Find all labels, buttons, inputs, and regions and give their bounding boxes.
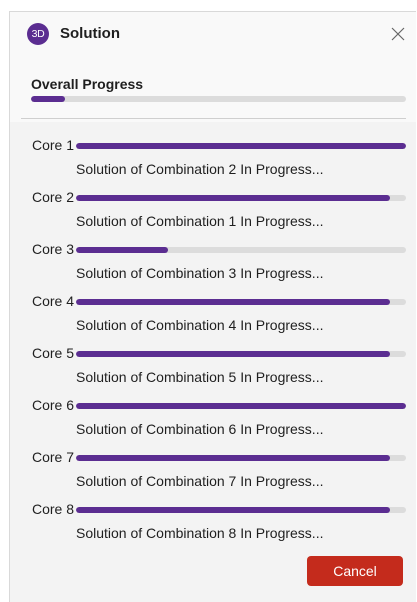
core-status-text: Solution of Combination 1 In Progress... — [76, 213, 324, 229]
core-label: Core 4 — [32, 293, 75, 309]
core-status-text: Solution of Combination 4 In Progress... — [76, 317, 324, 333]
core-label: Core 3 — [32, 241, 75, 257]
core-status-text: Solution of Combination 7 In Progress... — [76, 473, 324, 489]
core-row: Core 2 Solution of Combination 1 In Prog… — [10, 189, 416, 243]
overall-progress-bar — [31, 96, 406, 102]
core-label: Core 2 — [32, 189, 75, 205]
core-progress-fill — [76, 507, 390, 513]
core-progress-bar — [76, 507, 406, 513]
overall-progress-panel: Overall Progress — [10, 57, 416, 122]
core-progress-bar — [76, 143, 406, 149]
core-progress-fill — [76, 299, 390, 305]
core-status-text: Solution of Combination 5 In Progress... — [76, 369, 324, 385]
solution-dialog: 3D Solution Overall Progress Core 1 Solu… — [9, 11, 416, 602]
core-progress-fill — [76, 195, 390, 201]
core-status-text: Solution of Combination 3 In Progress... — [76, 265, 324, 281]
core-status-text: Solution of Combination 2 In Progress... — [76, 161, 324, 177]
close-icon — [391, 27, 405, 41]
core-label: Core 6 — [32, 397, 75, 413]
core-label: Core 5 — [32, 345, 75, 361]
core-progress-fill — [76, 143, 406, 149]
dialog-title: Solution — [60, 25, 120, 42]
close-button[interactable] — [384, 20, 412, 48]
divider — [21, 118, 406, 119]
core-progress-bar — [76, 455, 406, 461]
core-row: Core 7 Solution of Combination 7 In Prog… — [10, 449, 416, 503]
core-progress-fill — [76, 455, 390, 461]
core-row: Core 5 Solution of Combination 5 In Prog… — [10, 345, 416, 399]
overall-progress-fill — [31, 96, 65, 102]
core-row: Core 1 Solution of Combination 2 In Prog… — [10, 137, 416, 191]
core-progress-bar — [76, 247, 406, 253]
core-progress-fill — [76, 351, 390, 357]
core-progress-fill — [76, 247, 169, 253]
core-status-text: Solution of Combination 8 In Progress... — [76, 525, 324, 541]
core-row: Core 6 Solution of Combination 6 In Prog… — [10, 397, 416, 451]
core-progress-bar — [76, 403, 406, 409]
core-label: Core 1 — [32, 137, 75, 153]
app-logo-icon: 3D — [27, 23, 49, 45]
core-row: Core 4 Solution of Combination 4 In Prog… — [10, 293, 416, 347]
core-progress-bar — [76, 195, 406, 201]
title-bar: 3D Solution — [10, 12, 416, 57]
core-status-text: Solution of Combination 6 In Progress... — [76, 421, 324, 437]
overall-progress-label: Overall Progress — [31, 76, 144, 92]
core-row: Core 8 Solution of Combination 8 In Prog… — [10, 501, 416, 555]
cancel-button[interactable]: Cancel — [307, 556, 403, 586]
core-label: Core 7 — [32, 449, 75, 465]
core-label: Core 8 — [32, 501, 75, 517]
core-progress-fill — [76, 403, 406, 409]
core-progress-bar — [76, 351, 406, 357]
core-row: Core 3 Solution of Combination 3 In Prog… — [10, 241, 416, 295]
core-progress-bar — [76, 299, 406, 305]
